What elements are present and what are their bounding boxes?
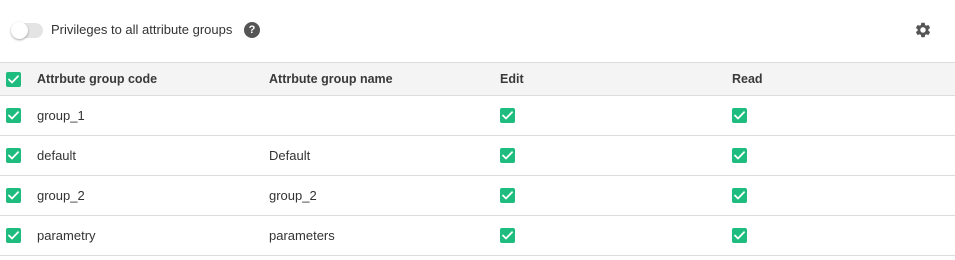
check-icon: [502, 231, 513, 240]
privileges-toggle[interactable]: [11, 22, 43, 39]
group-name: group_2: [269, 188, 317, 203]
check-icon: [734, 151, 745, 160]
check-icon: [734, 231, 745, 240]
group-code: group_1: [37, 108, 85, 123]
select-all-cell: [6, 63, 21, 95]
group-name: parameters: [269, 228, 335, 243]
row-select-checkbox[interactable]: [6, 108, 21, 123]
table-row: group_1: [0, 96, 955, 136]
column-header-code[interactable]: Attrbute group code: [37, 63, 157, 95]
edit-checkbox[interactable]: [500, 108, 515, 123]
group-code: default: [37, 148, 77, 163]
check-icon: [502, 191, 513, 200]
edit-checkbox[interactable]: [500, 148, 515, 163]
question-circle-icon[interactable]: ?: [244, 22, 260, 38]
column-header-read[interactable]: Read: [732, 63, 763, 95]
group-name: Default: [269, 148, 311, 163]
check-icon: [502, 151, 513, 160]
attribute-groups-table: Attrbute group code Attrbute group name …: [0, 62, 955, 256]
check-icon: [8, 151, 19, 160]
table-header-row: Attrbute group code Attrbute group name …: [0, 62, 955, 96]
column-header-name[interactable]: Attrbute group name: [269, 63, 393, 95]
check-icon: [8, 111, 19, 120]
read-checkbox[interactable]: [732, 108, 747, 123]
read-checkbox[interactable]: [732, 188, 747, 203]
check-icon: [8, 191, 19, 200]
table-row: default Default: [0, 136, 955, 176]
gear-icon[interactable]: [914, 21, 932, 39]
table-row: parametry parameters: [0, 216, 955, 256]
edit-checkbox[interactable]: [500, 228, 515, 243]
read-checkbox[interactable]: [732, 148, 747, 163]
toggle-knob: [11, 22, 28, 39]
check-icon: [502, 111, 513, 120]
toolbar: Privileges to all attribute groups ?: [0, 0, 955, 62]
check-icon: [734, 111, 745, 120]
row-select-checkbox[interactable]: [6, 188, 21, 203]
check-icon: [734, 191, 745, 200]
table-row: group_2 group_2: [0, 176, 955, 216]
group-code: group_2: [37, 188, 85, 203]
select-all-checkbox[interactable]: [6, 71, 21, 87]
read-checkbox[interactable]: [732, 228, 747, 243]
check-icon: [8, 74, 19, 83]
privileges-toggle-label: Privileges to all attribute groups: [51, 22, 233, 37]
check-icon: [8, 231, 19, 240]
group-code: parametry: [37, 228, 96, 243]
column-header-edit[interactable]: Edit: [500, 63, 524, 95]
row-select-checkbox[interactable]: [6, 148, 21, 163]
row-select-checkbox[interactable]: [6, 228, 21, 243]
edit-checkbox[interactable]: [500, 188, 515, 203]
